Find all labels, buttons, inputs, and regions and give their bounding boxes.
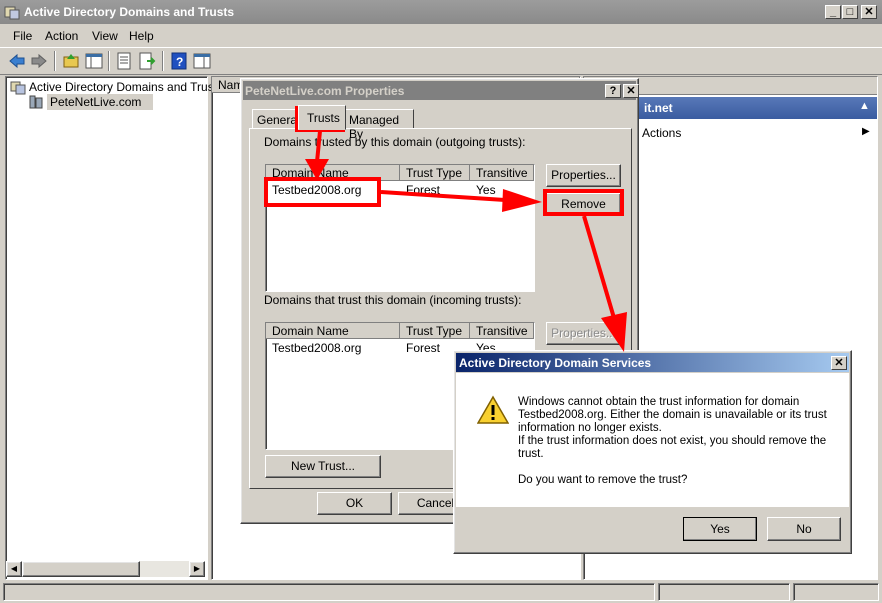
row-domain-name: Testbed2008.org xyxy=(272,341,362,355)
scroll-thumb[interactable] xyxy=(22,561,140,577)
col-trust-type-label: Trust Type xyxy=(406,166,463,180)
message-line: information no longer exists. xyxy=(518,422,662,434)
no-label: No xyxy=(796,522,812,536)
col-transitive[interactable]: Transitive xyxy=(470,323,534,339)
domain-icon xyxy=(29,95,43,109)
col-domain-name-label: Domain Name xyxy=(272,324,349,338)
message-close-button[interactable]: ✕ xyxy=(831,356,847,370)
row-trust-type: Forest xyxy=(406,183,441,197)
status-panel-3 xyxy=(793,583,879,601)
yes-button[interactable]: Yes xyxy=(683,517,757,541)
menu-view[interactable]: View xyxy=(92,29,118,43)
svg-text:?: ? xyxy=(176,55,183,69)
scroll-left-button[interactable]: ◀ xyxy=(6,561,22,577)
toolbar-separator xyxy=(108,51,110,71)
tab-trusts-label: Trusts xyxy=(307,111,340,125)
action-pane-icon[interactable] xyxy=(193,52,211,70)
window-title: Active Directory Domains and Trusts xyxy=(24,5,235,19)
tab-general[interactable]: General xyxy=(252,109,300,129)
col-transitive-label: Transitive xyxy=(476,324,528,338)
row-transitive: Yes xyxy=(476,183,496,197)
tab-general-label: General xyxy=(257,113,300,127)
help-icon[interactable]: ? xyxy=(170,52,188,70)
tree-root-label[interactable]: Active Directory Domains and Trusts xyxy=(29,80,223,94)
properties-title: PeteNetLive.com Properties xyxy=(245,84,405,98)
maximize-button[interactable]: □ xyxy=(842,5,858,19)
domains-trusts-icon xyxy=(10,81,26,95)
annotation-domain-row-box xyxy=(264,177,381,207)
export-list-icon[interactable] xyxy=(138,52,156,70)
message-line: trust. xyxy=(518,448,544,460)
window-titlebar: Active Directory Domains and Trusts _ □ … xyxy=(0,0,882,24)
tree-domain-item[interactable]: PeteNetLive.com xyxy=(47,94,154,110)
close-button[interactable]: ✕ xyxy=(861,5,877,19)
col-transitive-label: Transitive xyxy=(476,166,528,180)
properties-close-button[interactable]: ✕ xyxy=(623,84,639,98)
message-line: If the trust information does not exist,… xyxy=(518,435,827,447)
menu-action[interactable]: Action xyxy=(45,29,78,43)
yes-label: Yes xyxy=(710,522,730,536)
outgoing-properties-button[interactable]: Properties... xyxy=(546,164,621,187)
no-button[interactable]: No xyxy=(767,517,841,541)
message-dialog: Active Directory Domain Services ✕ Windo… xyxy=(453,350,852,554)
toolbar: ? xyxy=(0,47,882,75)
scroll-right-button[interactable]: ▶ xyxy=(189,561,205,577)
properties-titlebar: PeteNetLive.com Properties ? ✕ xyxy=(243,81,639,100)
actions-more-item[interactable]: Actions xyxy=(642,126,681,140)
properties-sheet-icon[interactable] xyxy=(115,52,133,70)
status-panel-2 xyxy=(658,583,790,601)
ok-button[interactable]: OK xyxy=(317,492,392,515)
warning-icon xyxy=(477,395,509,424)
domains-app-icon xyxy=(4,6,20,20)
annotation-remove-button-box xyxy=(543,189,624,216)
col-domain-name[interactable]: Domain Name xyxy=(266,323,400,339)
console-tree-icon[interactable] xyxy=(85,52,103,70)
minimize-button[interactable]: _ xyxy=(825,5,841,19)
message-line: Testbed2008.org. Either the domain is un… xyxy=(518,409,827,421)
context-help-button[interactable]: ? xyxy=(605,84,621,98)
incoming-properties-button[interactable]: Properties... xyxy=(546,322,621,345)
message-line: Windows cannot obtain the trust informat… xyxy=(518,396,800,408)
col-trust-type[interactable]: Trust Type xyxy=(400,165,470,181)
col-transitive[interactable]: Transitive xyxy=(470,165,534,181)
up-folder-icon[interactable] xyxy=(62,52,80,70)
menu-bar: File Action View Help xyxy=(0,24,882,46)
cancel-label: Cancel xyxy=(416,496,455,510)
new-trust-button[interactable]: New Trust... xyxy=(265,455,381,478)
forward-arrow-icon[interactable] xyxy=(30,52,48,70)
status-panel-main xyxy=(3,583,655,601)
outgoing-trusts-label: Domains trusted by this domain (outgoing… xyxy=(264,135,526,149)
toolbar-separator xyxy=(54,51,56,71)
tab-trusts[interactable]: Trusts xyxy=(298,105,346,130)
tree-horizontal-scrollbar[interactable]: ◀ ▶ xyxy=(6,561,205,577)
menu-file[interactable]: File xyxy=(13,29,32,43)
row-trust-type: Forest xyxy=(406,341,441,355)
col-trust-type-label: Trust Type xyxy=(406,324,463,338)
collapse-icon[interactable]: ▲ xyxy=(859,100,870,112)
message-text: Windows cannot obtain the trust informat… xyxy=(518,396,827,487)
message-title: Active Directory Domain Services xyxy=(459,356,652,370)
ok-label: OK xyxy=(345,496,364,510)
console-tree-pane: Active Directory Domains and Trusts Pete… xyxy=(5,76,223,580)
outgoing-properties-label: Properties... xyxy=(551,168,616,182)
toolbar-separator xyxy=(162,51,164,71)
incoming-trusts-label: Domains that trust this domain (incoming… xyxy=(264,293,522,307)
message-question: Do you want to remove the trust? xyxy=(518,474,688,486)
actions-section-title: it.net xyxy=(644,101,673,115)
message-body: Windows cannot obtain the trust informat… xyxy=(456,373,849,507)
message-titlebar: Active Directory Domain Services ✕ xyxy=(456,353,849,372)
new-trust-label: New Trust... xyxy=(290,459,355,473)
submenu-arrow-icon: ▶ xyxy=(862,126,870,137)
status-bar xyxy=(0,581,882,603)
menu-help[interactable]: Help xyxy=(129,29,154,43)
tab-managed-by[interactable]: Managed By xyxy=(344,109,414,141)
back-arrow-icon[interactable] xyxy=(8,52,26,70)
incoming-properties-label: Properties... xyxy=(551,326,616,340)
col-trust-type[interactable]: Trust Type xyxy=(400,323,470,339)
